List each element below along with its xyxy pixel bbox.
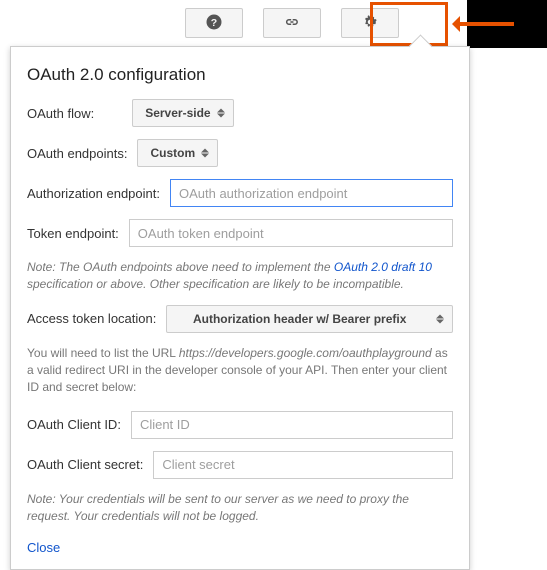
note-text: specification or above. Other specificat… [27, 277, 404, 291]
help-icon: ? [205, 13, 223, 34]
endpoints-note: Note: The OAuth endpoints above need to … [27, 259, 453, 293]
oauth-flow-select[interactable]: Server-side [132, 99, 233, 127]
chevron-updown-icon [201, 149, 209, 158]
access-token-location-value: Authorization header w/ Bearer prefix [179, 312, 420, 326]
help-button[interactable]: ? [185, 8, 243, 38]
oauth-endpoints-value: Custom [150, 146, 195, 160]
redirect-uri-info: You will need to list the URL https://de… [27, 345, 453, 397]
client-secret-label: OAuth Client secret: [27, 457, 143, 472]
access-token-location-label: Access token location: [27, 311, 156, 326]
redirect-url-text: https://developers.google.com/oauthplayg… [179, 346, 432, 360]
annotation-arrow [454, 22, 514, 26]
oauth-config-panel: OAuth 2.0 configuration OAuth flow: Serv… [10, 46, 470, 570]
auth-endpoint-label: Authorization endpoint: [27, 186, 160, 201]
oauth-flow-value: Server-side [145, 106, 210, 120]
client-id-input[interactable] [131, 411, 453, 439]
oauth-endpoints-select[interactable]: Custom [137, 139, 218, 167]
link-icon [283, 13, 301, 34]
access-token-location-select[interactable]: Authorization header w/ Bearer prefix [166, 305, 453, 333]
token-endpoint-label: Token endpoint: [27, 226, 119, 241]
chevron-updown-icon [217, 109, 225, 118]
close-link[interactable]: Close [27, 540, 60, 555]
info-text: You will need to list the URL [27, 346, 179, 360]
client-secret-input[interactable] [153, 451, 453, 479]
oauth-draft-link[interactable]: OAuth 2.0 draft 10 [334, 260, 432, 274]
client-id-label: OAuth Client ID: [27, 417, 121, 432]
svg-text:?: ? [211, 16, 217, 28]
auth-endpoint-input[interactable] [170, 179, 453, 207]
oauth-endpoints-label: OAuth endpoints: [27, 146, 127, 161]
oauth-flow-label: OAuth flow: [27, 106, 94, 121]
chevron-updown-icon [436, 314, 444, 323]
token-endpoint-input[interactable] [129, 219, 453, 247]
credentials-note: Note: Your credentials will be sent to o… [27, 491, 453, 525]
note-text: Note: The OAuth endpoints above need to … [27, 260, 334, 274]
settings-button[interactable] [341, 8, 399, 38]
panel-title: OAuth 2.0 configuration [27, 65, 453, 85]
link-button[interactable] [263, 8, 321, 38]
gear-icon [361, 13, 379, 34]
